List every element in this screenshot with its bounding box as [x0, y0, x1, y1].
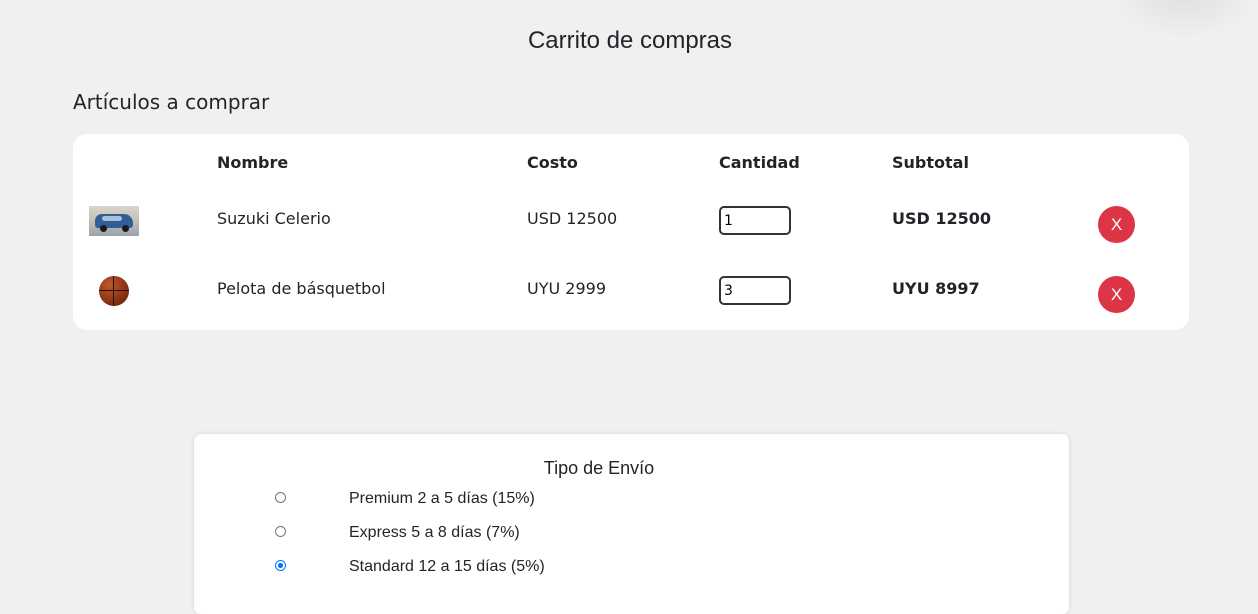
shipping-label-premium[interactable]: Premium 2 a 5 días (15%) [349, 490, 535, 508]
product-cost: USD 12500 [527, 209, 618, 228]
shipping-label-express[interactable]: Express 5 a 8 días (7%) [349, 524, 520, 542]
product-name: Pelota de básquetbol [217, 279, 386, 298]
quantity-input[interactable] [719, 276, 791, 305]
shipping-radio-express[interactable] [275, 526, 286, 537]
shipping-radio-premium[interactable] [275, 492, 286, 503]
header-cost: Costo [527, 153, 578, 172]
shipping-label-standard[interactable]: Standard 12 a 15 días (5%) [349, 558, 545, 576]
shipping-options-card: Tipo de Envío Premium 2 a 5 días (15%) E… [194, 434, 1069, 614]
product-subtotal: USD 12500 [892, 209, 992, 228]
product-image-car [89, 206, 139, 236]
product-image-basketball [99, 276, 129, 306]
product-cost: UYU 2999 [527, 279, 606, 298]
shipping-title: Tipo de Envío [543, 458, 655, 478]
header-quantity: Cantidad [719, 153, 800, 172]
shipping-radio-standard[interactable] [275, 560, 286, 571]
remove-item-button[interactable]: X [1098, 276, 1135, 313]
remove-item-button[interactable]: X [1098, 206, 1135, 243]
header-subtotal: Subtotal [892, 153, 969, 172]
section-title: Artículos a comprar [73, 90, 270, 114]
page-title: Carrito de compras [527, 27, 733, 54]
quantity-input[interactable] [719, 206, 791, 235]
product-name: Suzuki Celerio [217, 209, 331, 228]
cart-table: Nombre Costo Cantidad Subtotal Suzuki Ce… [73, 134, 1189, 330]
header-name: Nombre [217, 153, 289, 172]
product-subtotal: UYU 8997 [892, 279, 980, 298]
